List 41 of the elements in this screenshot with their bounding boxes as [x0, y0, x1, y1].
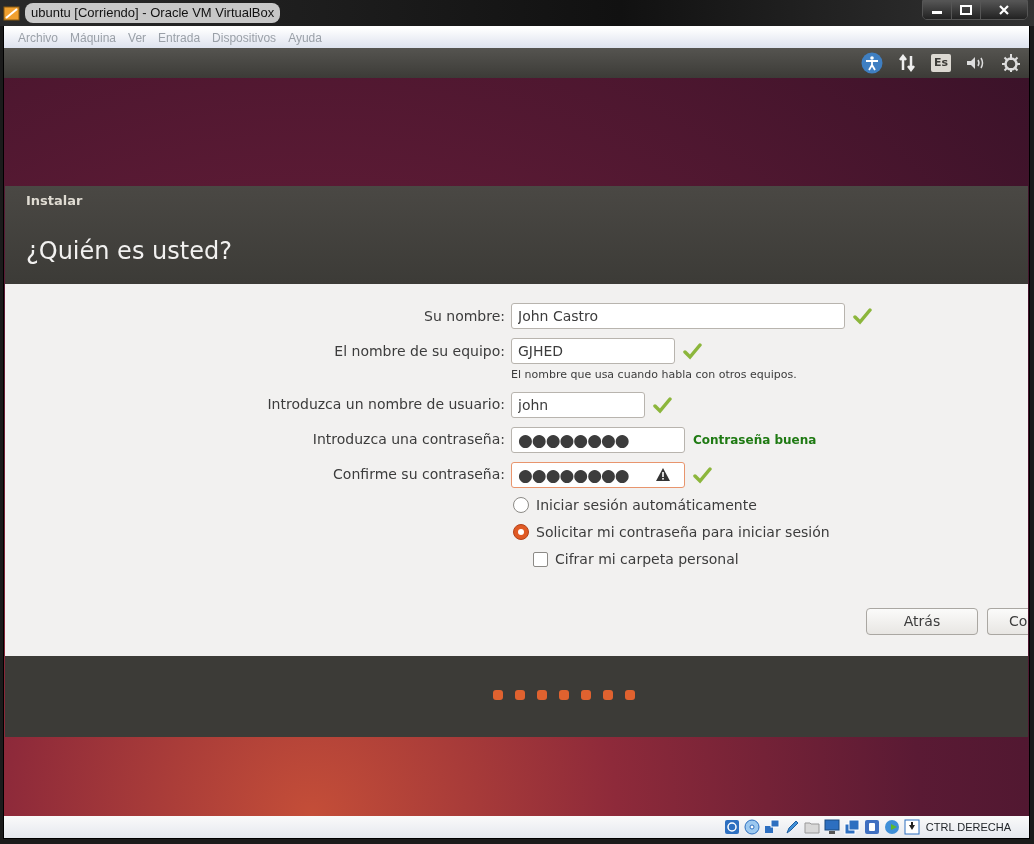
continue-button[interactable]: Co: [987, 608, 1028, 635]
network-icon[interactable]: [763, 819, 780, 835]
close-icon: [998, 5, 1010, 15]
close-button[interactable]: [981, 1, 1027, 19]
radio-button[interactable]: [513, 497, 529, 513]
usb-pen-icon[interactable]: [783, 819, 800, 835]
radio-button[interactable]: [513, 524, 529, 540]
minimize-button[interactable]: [923, 1, 952, 19]
field-label: Introduzca una contraseña:: [311, 430, 505, 449]
window-title: ubuntu [Corriendo] - Oracle VM VirtualBox: [25, 3, 281, 23]
field-label: Introduzca un nombre de usuario:: [266, 395, 505, 414]
dialog-title: Instalar: [26, 192, 84, 210]
option-label[interactable]: Iniciar sesión automáticamente: [536, 494, 757, 516]
password-field[interactable]: ●●●●●●●●: [511, 426, 685, 453]
accessibility-icon[interactable]: [860, 52, 883, 74]
chip-icon[interactable]: [863, 819, 880, 835]
checkbox[interactable]: [533, 551, 548, 567]
option-label[interactable]: Solicitar mi contraseña para iniciar sesión: [536, 521, 830, 543]
gear-icon[interactable]: [1001, 53, 1021, 73]
field-label: Su nombre:: [423, 306, 505, 326]
field-label: El nombre de su equipo:: [333, 341, 505, 361]
warning-icon: [655, 467, 671, 482]
display-icon[interactable]: [823, 819, 840, 835]
network-arrows-icon[interactable]: [896, 53, 917, 73]
checkbox-label[interactable]: Cifrar mi carpeta personal: [555, 548, 739, 570]
field-hint: El nombre que usa cuando habla con otros equipos.: [511, 367, 798, 383]
password-field[interactable]: ●●●●●●●●: [511, 461, 685, 488]
input-field[interactable]: GJHED: [511, 338, 675, 364]
windows-stack-icon[interactable]: [843, 819, 860, 835]
input-field[interactable]: John Castro: [511, 303, 845, 329]
maximize-button[interactable]: [952, 1, 981, 19]
optical-disc-icon[interactable]: [743, 819, 760, 835]
host-key-label: CTRL DERECHA: [925, 819, 1011, 835]
password-strength: Contraseña buena: [693, 431, 817, 449]
back-button[interactable]: Atrás: [866, 608, 978, 635]
page-heading: ¿Quién es usted?: [26, 235, 233, 267]
keyboard-layout-indicator[interactable]: Es: [930, 53, 951, 73]
field-label: Confirme su contraseña:: [332, 465, 505, 484]
maximize-icon: [960, 5, 972, 15]
input-field[interactable]: john: [511, 391, 645, 418]
virtualbox-logo-icon: [3, 4, 21, 22]
